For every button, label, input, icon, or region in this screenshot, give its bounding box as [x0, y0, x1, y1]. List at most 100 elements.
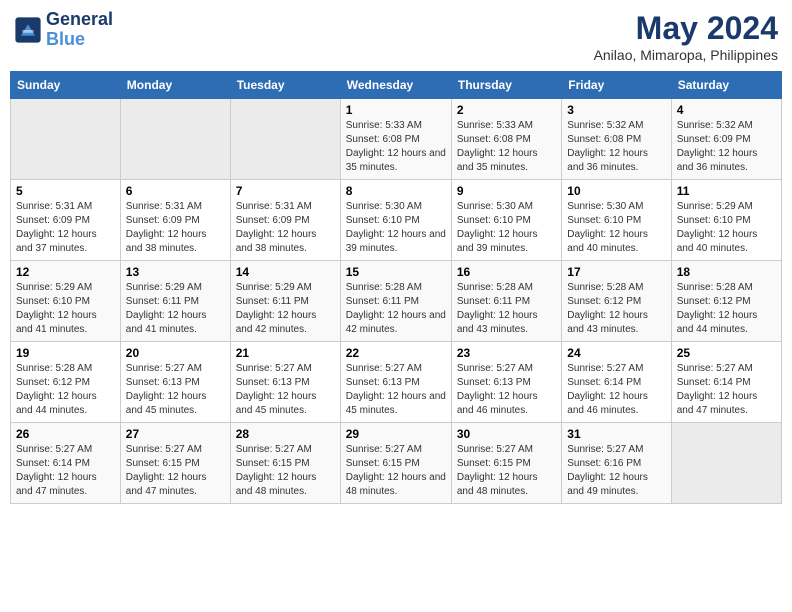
day-info: Sunrise: 5:29 AMSunset: 6:10 PMDaylight:…	[16, 281, 115, 337]
logo: General Blue	[14, 10, 113, 50]
day-number: 11	[677, 184, 776, 198]
day-info: Sunrise: 5:32 AMSunset: 6:08 PMDaylight:…	[567, 119, 665, 175]
calendar-week-row: 1 Sunrise: 5:33 AMSunset: 6:08 PMDaylight…	[11, 99, 782, 180]
calendar-day-cell: 16 Sunrise: 5:28 AMSunset: 6:11 PMDayligh…	[451, 261, 561, 342]
calendar-day-cell	[11, 99, 121, 180]
logo-text: General Blue	[46, 10, 113, 50]
day-number: 2	[457, 103, 556, 117]
calendar-day-cell: 17 Sunrise: 5:28 AMSunset: 6:12 PMDayligh…	[562, 261, 671, 342]
day-number: 5	[16, 184, 115, 198]
day-number: 13	[126, 265, 225, 279]
day-info: Sunrise: 5:27 AMSunset: 6:14 PMDaylight:…	[16, 443, 115, 499]
weekday-header-cell: Friday	[562, 72, 671, 99]
calendar-day-cell: 5 Sunrise: 5:31 AMSunset: 6:09 PMDaylight…	[11, 180, 121, 261]
weekday-header-cell: Tuesday	[230, 72, 340, 99]
weekday-header-row: SundayMondayTuesdayWednesdayThursdayFrid…	[11, 72, 782, 99]
calendar-week-row: 5 Sunrise: 5:31 AMSunset: 6:09 PMDaylight…	[11, 180, 782, 261]
day-info: Sunrise: 5:28 AMSunset: 6:11 PMDaylight:…	[457, 281, 556, 337]
day-info: Sunrise: 5:28 AMSunset: 6:12 PMDaylight:…	[677, 281, 776, 337]
day-number: 24	[567, 346, 665, 360]
day-info: Sunrise: 5:28 AMSunset: 6:11 PMDaylight:…	[346, 281, 446, 337]
calendar-day-cell: 7Sunrise: 5:31 AMSunset: 6:09 PMDaylight…	[230, 180, 340, 261]
day-info: Sunrise: 5:28 AMSunset: 6:12 PMDaylight:…	[567, 281, 665, 337]
calendar-week-row: 19Sunrise: 5:28 AMSunset: 6:12 PMDayligh…	[11, 342, 782, 423]
day-number: 31	[567, 427, 665, 441]
day-number: 21	[236, 346, 335, 360]
day-number: 29	[346, 427, 446, 441]
calendar-day-cell: 25Sunrise: 5:27 AMSunset: 6:14 PMDayligh…	[671, 342, 781, 423]
logo-line2: Blue	[46, 30, 113, 50]
day-info: Sunrise: 5:30 AMSunset: 6:10 PMDaylight:…	[567, 200, 665, 256]
calendar-day-cell: 9 Sunrise: 5:30 AMSunset: 6:10 PMDaylight…	[451, 180, 561, 261]
day-info: Sunrise: 5:33 AMSunset: 6:08 PMDaylight:…	[346, 119, 446, 175]
day-number: 12	[16, 265, 115, 279]
day-number: 14	[236, 265, 335, 279]
calendar-day-cell: 26 Sunrise: 5:27 AMSunset: 6:14 PMDayligh…	[11, 423, 121, 504]
calendar-day-cell: 19Sunrise: 5:28 AMSunset: 6:12 PMDayligh…	[11, 342, 121, 423]
title-block: May 2024 Anilao, Mimaropa, Philippines	[594, 10, 778, 63]
day-info: Sunrise: 5:30 AMSunset: 6:10 PMDaylight:…	[346, 200, 446, 256]
calendar-day-cell: 11 Sunrise: 5:29 AMSunset: 6:10 PMDayligh…	[671, 180, 781, 261]
day-info: Sunrise: 5:31 AMSunset: 6:09 PMDaylight:…	[16, 200, 115, 256]
calendar-day-cell: 31 Sunrise: 5:27 AMSunset: 6:16 PMDayligh…	[562, 423, 671, 504]
calendar-day-cell	[671, 423, 781, 504]
day-number: 18	[677, 265, 776, 279]
day-number: 22	[346, 346, 446, 360]
day-info: Sunrise: 5:27 AMSunset: 6:15 PMDaylight:…	[346, 443, 446, 499]
day-number: 26	[16, 427, 115, 441]
calendar-day-cell: 15Sunrise: 5:28 AMSunset: 6:11 PMDayligh…	[340, 261, 451, 342]
weekday-header-cell: Wednesday	[340, 72, 451, 99]
calendar-day-cell: 3Sunrise: 5:32 AMSunset: 6:08 PMDaylight…	[562, 99, 671, 180]
day-number: 9	[457, 184, 556, 198]
calendar-day-cell: 8 Sunrise: 5:30 AMSunset: 6:10 PMDaylight…	[340, 180, 451, 261]
day-info: Sunrise: 5:31 AMSunset: 6:09 PMDaylight:…	[126, 200, 225, 256]
calendar-day-cell: 13 Sunrise: 5:29 AMSunset: 6:11 PMDayligh…	[120, 261, 230, 342]
month-title: May 2024	[594, 10, 778, 47]
day-number: 1	[346, 103, 446, 117]
day-number: 25	[677, 346, 776, 360]
calendar-body: 1 Sunrise: 5:33 AMSunset: 6:08 PMDaylight…	[11, 99, 782, 504]
day-number: 28	[236, 427, 335, 441]
day-number: 6	[126, 184, 225, 198]
day-info: Sunrise: 5:27 AMSunset: 6:14 PMDaylight:…	[567, 362, 665, 418]
day-number: 16	[457, 265, 556, 279]
logo-icon	[14, 16, 42, 44]
calendar-week-row: 26 Sunrise: 5:27 AMSunset: 6:14 PMDayligh…	[11, 423, 782, 504]
location-title: Anilao, Mimaropa, Philippines	[594, 47, 778, 63]
calendar-day-cell: 27Sunrise: 5:27 AMSunset: 6:15 PMDayligh…	[120, 423, 230, 504]
calendar-day-cell: 10 Sunrise: 5:30 AMSunset: 6:10 PMDayligh…	[562, 180, 671, 261]
weekday-header-cell: Saturday	[671, 72, 781, 99]
logo-line1: General	[46, 10, 113, 30]
calendar-day-cell: 28 Sunrise: 5:27 AMSunset: 6:15 PMDayligh…	[230, 423, 340, 504]
day-number: 27	[126, 427, 225, 441]
day-number: 30	[457, 427, 556, 441]
calendar-day-cell: 2Sunrise: 5:33 AMSunset: 6:08 PMDaylight…	[451, 99, 561, 180]
calendar-day-cell: 4Sunrise: 5:32 AMSunset: 6:09 PMDaylight…	[671, 99, 781, 180]
calendar-day-cell: 12 Sunrise: 5:29 AMSunset: 6:10 PMDayligh…	[11, 261, 121, 342]
day-info: Sunrise: 5:29 AMSunset: 6:11 PMDaylight:…	[126, 281, 225, 337]
weekday-header-cell: Thursday	[451, 72, 561, 99]
weekday-header-cell: Sunday	[11, 72, 121, 99]
day-info: Sunrise: 5:29 AMSunset: 6:10 PMDaylight:…	[677, 200, 776, 256]
calendar-day-cell	[120, 99, 230, 180]
calendar-day-cell: 24 Sunrise: 5:27 AMSunset: 6:14 PMDayligh…	[562, 342, 671, 423]
day-number: 10	[567, 184, 665, 198]
day-info: Sunrise: 5:27 AMSunset: 6:13 PMDaylight:…	[126, 362, 225, 418]
calendar-day-cell: 1 Sunrise: 5:33 AMSunset: 6:08 PMDaylight…	[340, 99, 451, 180]
day-info: Sunrise: 5:32 AMSunset: 6:09 PMDaylight:…	[677, 119, 776, 175]
day-info: Sunrise: 5:27 AMSunset: 6:15 PMDaylight:…	[236, 443, 335, 499]
day-number: 8	[346, 184, 446, 198]
day-info: Sunrise: 5:31 AMSunset: 6:09 PMDaylight:…	[236, 200, 335, 256]
day-info: Sunrise: 5:27 AMSunset: 6:16 PMDaylight:…	[567, 443, 665, 499]
calendar-day-cell: 21 Sunrise: 5:27 AMSunset: 6:13 PMDayligh…	[230, 342, 340, 423]
day-number: 17	[567, 265, 665, 279]
calendar-day-cell: 23Sunrise: 5:27 AMSunset: 6:13 PMDayligh…	[451, 342, 561, 423]
day-info: Sunrise: 5:30 AMSunset: 6:10 PMDaylight:…	[457, 200, 556, 256]
calendar-day-cell: 20Sunrise: 5:27 AMSunset: 6:13 PMDayligh…	[120, 342, 230, 423]
day-info: Sunrise: 5:27 AMSunset: 6:15 PMDaylight:…	[457, 443, 556, 499]
day-info: Sunrise: 5:27 AMSunset: 6:13 PMDaylight:…	[457, 362, 556, 418]
day-info: Sunrise: 5:27 AMSunset: 6:13 PMDaylight:…	[236, 362, 335, 418]
calendar-day-cell: 6 Sunrise: 5:31 AMSunset: 6:09 PMDaylight…	[120, 180, 230, 261]
day-info: Sunrise: 5:29 AMSunset: 6:11 PMDaylight:…	[236, 281, 335, 337]
calendar-day-cell: 22Sunrise: 5:27 AMSunset: 6:13 PMDayligh…	[340, 342, 451, 423]
